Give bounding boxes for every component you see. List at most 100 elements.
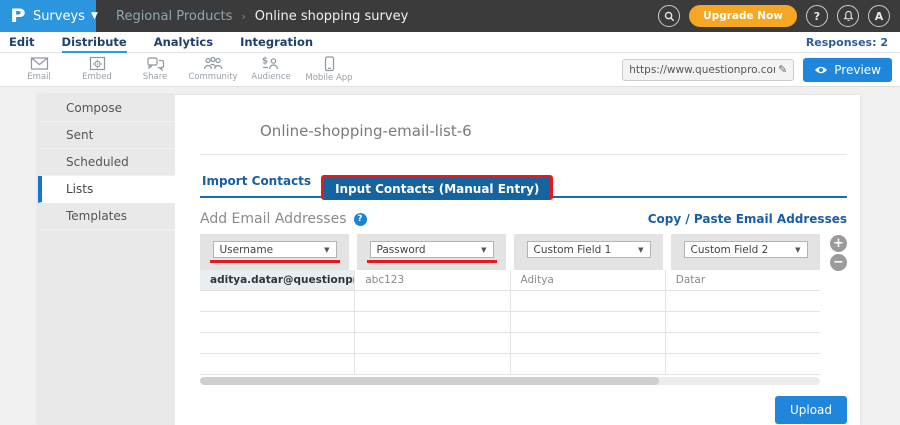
eye-icon <box>815 66 828 73</box>
edit-url-icon[interactable]: ✎ <box>778 63 787 76</box>
nav-tab-integration[interactable]: Integration <box>240 32 313 53</box>
sidebar-item-scheduled[interactable]: Scheduled <box>38 149 175 176</box>
table-row <box>200 291 820 312</box>
nav-tab-analytics[interactable]: Analytics <box>154 32 213 53</box>
table-cell[interactable] <box>664 291 820 311</box>
column-select-username[interactable]: Username ▼ <box>212 241 337 258</box>
preview-button[interactable]: Preview <box>803 57 892 82</box>
survey-url-text: https://www.questionpro.com/t/APNrFZ <box>629 63 775 76</box>
sidebar-item-templates[interactable]: Templates <box>38 203 175 230</box>
tab-input-contacts-manual-entry[interactable]: Input Contacts (Manual Entry) <box>324 178 551 200</box>
toolbar-item-email[interactable]: Email <box>10 56 68 83</box>
dropdown-caret-icon: ▼ <box>481 245 487 254</box>
add-row-button[interactable]: + <box>830 235 847 252</box>
upload-row: Upload <box>200 396 847 424</box>
table-cell[interactable]: abc123 <box>354 270 509 290</box>
sidebar-item-compose[interactable]: Compose <box>38 95 175 122</box>
preview-button-label: Preview <box>834 62 881 77</box>
contacts-table: Username ▼ Password ▼ Custom Field 1 ▼ Custom … <box>200 234 820 385</box>
table-cell[interactable] <box>200 354 354 374</box>
search-icon <box>664 11 674 21</box>
account-avatar[interactable]: A <box>868 5 890 27</box>
surveys-menu[interactable]: P Surveys ▼ <box>0 0 98 32</box>
toolbar-item-community[interactable]: Community <box>184 56 242 83</box>
column-select-value: Custom Field 2 <box>690 243 769 256</box>
column-select-custom-field-2[interactable]: Custom Field 2 ▼ <box>683 241 808 258</box>
nav-tab-distribute[interactable]: Distribute <box>61 32 127 53</box>
list-content: Online-shopping-email-list-6 Import Cont… <box>175 95 869 425</box>
remove-row-button[interactable]: − <box>830 254 847 271</box>
survey-nav-tabs: Edit Distribute Analytics Integration <box>9 32 340 53</box>
contacts-table-header: Username ▼ Password ▼ Custom Field 1 ▼ Custom … <box>200 234 820 270</box>
email-lists-panel: Compose Sent Scheduled Lists Templates Onlin… <box>38 95 860 425</box>
toolbar-item-label: Embed <box>82 72 112 82</box>
chevron-down-icon: ▼ <box>90 11 98 21</box>
responses-count[interactable]: Responses: 2 <box>806 36 888 49</box>
column-header-2: Password ▼ <box>357 234 506 270</box>
table-cell[interactable] <box>509 333 665 353</box>
table-cell[interactable] <box>509 312 665 332</box>
toolbar-item-label: Share <box>142 72 168 82</box>
table-cell[interactable] <box>200 291 354 311</box>
surveys-menu-label: Surveys <box>32 8 85 24</box>
survey-url-field[interactable]: https://www.questionpro.com/t/APNrFZ ✎ <box>622 58 795 81</box>
table-cell[interactable] <box>664 333 820 353</box>
table-row <box>200 354 820 375</box>
table-cell[interactable] <box>664 354 820 374</box>
email-icon <box>10 56 68 71</box>
table-cell[interactable] <box>354 333 509 353</box>
help-icon[interactable]: ? <box>353 212 367 226</box>
column-select-password[interactable]: Password ▼ <box>369 241 494 258</box>
notifications-button[interactable] <box>837 5 859 27</box>
sidebar-item-lists[interactable]: Lists <box>38 176 175 203</box>
horizontal-scrollbar[interactable] <box>200 377 820 385</box>
breadcrumb-folder[interactable]: Regional Products <box>116 9 232 24</box>
horizontal-scrollbar-thumb[interactable] <box>200 377 659 385</box>
table-cell[interactable]: aditya.datar@questionpro.com <box>200 270 355 290</box>
contacts-table-body: aditya.datar@questionpro.comabc123Aditya… <box>200 270 820 375</box>
copy-paste-email-link[interactable]: Copy / Paste Email Addresses <box>648 212 847 226</box>
table-cell[interactable] <box>200 312 354 332</box>
toolbar-item-label: Mobile App <box>305 73 353 83</box>
toolbar-item-audience[interactable]: $ Audience <box>242 56 300 83</box>
column-select-value: Custom Field 1 <box>533 243 612 256</box>
table-cell[interactable] <box>200 333 354 353</box>
svg-text:$: $ <box>262 57 268 67</box>
red-annotation-box: Input Contacts (Manual Entry) <box>321 175 554 200</box>
dropdown-caret-icon: ▼ <box>638 245 644 254</box>
search-button[interactable] <box>658 5 681 27</box>
table-cell[interactable] <box>509 291 665 311</box>
upload-button[interactable]: Upload <box>774 396 847 424</box>
toolbar-item-mobile-app[interactable]: Mobile App <box>300 56 358 83</box>
column-select-value: Username <box>219 243 274 256</box>
column-select-custom-field-1[interactable]: Custom Field 1 ▼ <box>526 241 651 258</box>
breadcrumb: Regional Products › Online shopping surv… <box>116 9 408 24</box>
share-icon <box>126 56 184 71</box>
toolbar-item-share[interactable]: Share <box>126 56 184 83</box>
table-cell[interactable]: Datar <box>664 270 820 290</box>
upgrade-now-button[interactable]: Upgrade Now <box>689 5 797 27</box>
table-cell[interactable] <box>354 312 509 332</box>
nav-tab-edit[interactable]: Edit <box>9 32 35 53</box>
table-cell[interactable] <box>354 354 509 374</box>
table-cell[interactable]: Aditya <box>509 270 665 290</box>
sidebar-item-sent[interactable]: Sent <box>38 122 175 149</box>
bell-icon <box>843 10 853 22</box>
help-button[interactable]: ? <box>806 5 828 27</box>
title-divider <box>200 154 847 155</box>
table-row: aditya.datar@questionpro.comabc123Aditya… <box>200 270 820 291</box>
table-cell[interactable] <box>664 312 820 332</box>
dropdown-caret-icon: ▼ <box>324 245 330 254</box>
toolbar-item-label: Audience <box>251 72 291 82</box>
tab-import-contacts[interactable]: Import Contacts <box>200 174 321 196</box>
toolbar-item-label: Community <box>188 72 238 82</box>
column-header-4: Custom Field 2 ▼ <box>671 234 820 270</box>
audience-icon: $ <box>242 56 300 71</box>
community-icon <box>184 56 242 71</box>
toolbar-item-label: Email <box>27 72 51 82</box>
table-cell[interactable] <box>509 354 665 374</box>
topbar-actions: Upgrade Now ? A <box>658 5 900 27</box>
breadcrumb-separator-icon: › <box>241 9 246 23</box>
toolbar-item-embed[interactable]: Embed <box>68 56 126 83</box>
table-cell[interactable] <box>354 291 509 311</box>
